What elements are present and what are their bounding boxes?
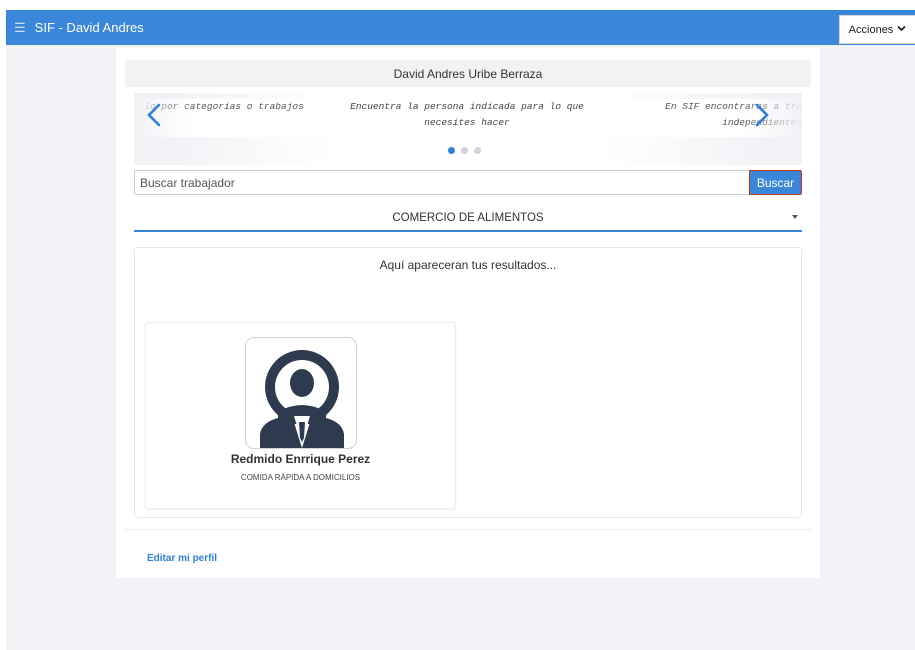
info-carousel: lo por categorias o trabajos Encuentra l… <box>134 93 802 165</box>
footer-divider <box>125 529 811 530</box>
main-panel: David Andres Uribe Berraza lo por catego… <box>116 48 820 578</box>
search-bar: Buscar <box>134 170 802 195</box>
results-message: Aquí apareceran tus resultados... <box>379 258 557 272</box>
carousel-slide-text: Encuentra la persona indicada para lo qu… <box>350 101 584 128</box>
hamburger-menu-icon[interactable]: ☰ <box>14 21 26 34</box>
category-select-value: COMERCIO DE ALIMENTOS <box>392 212 544 224</box>
worker-category: COMIDA RÁPIDA A DOMICILIOS <box>240 473 361 482</box>
carousel-dot[interactable] <box>461 147 468 154</box>
search-button[interactable]: Buscar <box>749 170 802 195</box>
category-select[interactable]: COMERCIO DE ALIMENTOS <box>134 206 802 232</box>
carousel-dot-active[interactable] <box>448 147 455 154</box>
carousel-slide-active: Encuentra la persona indicada para lo qu… <box>327 99 607 137</box>
worker-name: Redmido Enrrique Perez <box>230 452 371 466</box>
carousel-prev-button[interactable] <box>142 103 166 127</box>
worker-card[interactable]: Redmido Enrrique Perez COMIDA RÁPIDA A D… <box>145 322 456 509</box>
carousel-dot[interactable] <box>474 147 481 154</box>
chevron-left-icon <box>147 103 161 127</box>
profile-full-name: David Andres Uribe Berraza <box>393 66 543 81</box>
profile-name-header: David Andres Uribe Berraza <box>125 60 811 87</box>
results-container: Aquí apareceran tus resultados... Redmid… <box>134 247 802 518</box>
carousel-next-button[interactable] <box>750 103 774 127</box>
acciones-label: Acciones <box>848 23 894 36</box>
user-avatar-icon <box>245 337 357 449</box>
app-window: ☰ SIF - David Andres Acciones David Andr… <box>6 10 915 650</box>
search-input[interactable] <box>134 170 749 195</box>
chevron-down-icon <box>897 24 906 35</box>
app-title: SIF - David Andres <box>34 20 144 35</box>
acciones-dropdown-button[interactable]: Acciones <box>839 15 915 44</box>
chevron-right-icon <box>755 103 769 127</box>
carousel-indicators <box>448 147 481 154</box>
top-navbar: ☰ SIF - David Andres Acciones <box>6 10 915 45</box>
edit-profile-link[interactable]: Editar mi perfil <box>147 553 217 564</box>
caret-down-icon <box>792 215 798 219</box>
